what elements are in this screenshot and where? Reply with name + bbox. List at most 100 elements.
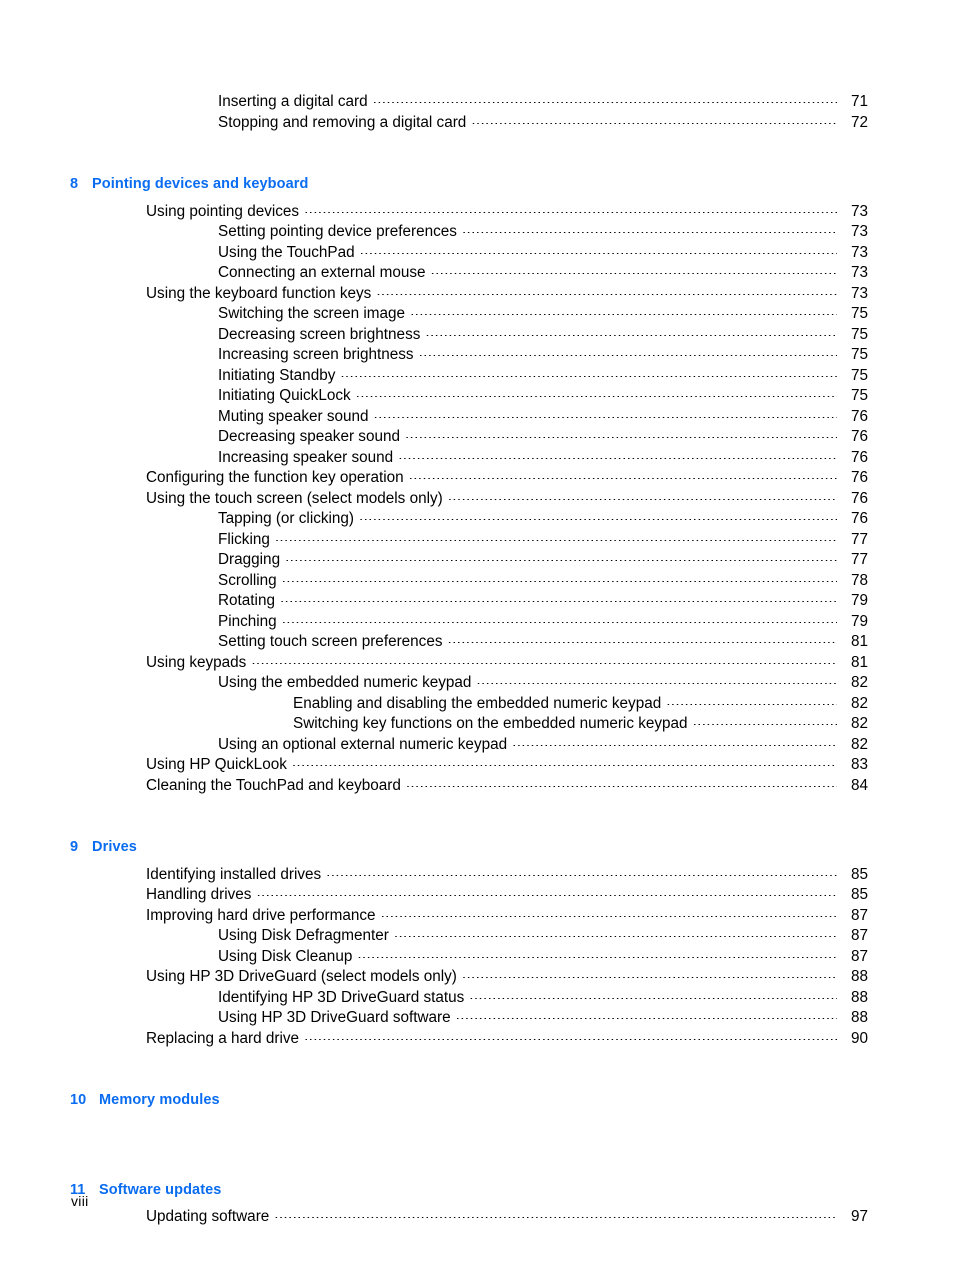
toc-entry[interactable]: Initiating QuickLock 75	[218, 386, 868, 407]
toc-entry[interactable]: Increasing speaker sound 76	[218, 448, 868, 469]
chapter-heading-spacer	[70, 195, 868, 202]
toc-entry-page-number: 76	[850, 428, 868, 445]
dot-leader	[406, 786, 837, 787]
chapter-heading[interactable]: 8 Pointing devices and keyboard	[70, 174, 868, 195]
chapter-number: 8	[70, 176, 79, 192]
toc-entry-title: Using HP 3D DriveGuard (select models on…	[146, 968, 457, 985]
toc-entry-page-number: 73	[850, 243, 868, 261]
toc-entry[interactable]: Cleaning the TouchPad and keyboard 84	[146, 776, 868, 797]
toc-entry-title: Using keypads	[146, 653, 247, 671]
toc-entry-title: Using HP QuickLook	[146, 756, 287, 773]
dot-leader	[409, 478, 837, 479]
toc-entry[interactable]: Flicking 77	[218, 530, 868, 551]
toc-entry-page-number: 81	[850, 633, 868, 650]
dot-leader	[431, 273, 838, 274]
toc-entry[interactable]: Initiating Standby 75	[218, 366, 868, 387]
toc-entry-page-number: 90	[850, 1029, 868, 1047]
toc-entry-page-number: 75	[850, 346, 868, 363]
toc-entry[interactable]: Using HP 3D DriveGuard (select models on…	[146, 967, 868, 988]
toc-entry[interactable]: Using HP QuickLook 83	[146, 755, 868, 776]
toc-entry[interactable]: Setting pointing device preferences 73	[218, 222, 868, 243]
toc-entry-title: Scrolling	[218, 571, 277, 589]
toc-entry[interactable]: Improving hard drive performance 87	[146, 906, 868, 927]
chapter-title: Pointing devices and keyboard	[92, 176, 309, 192]
toc-entry-page-number: 71	[850, 93, 868, 110]
toc-entry[interactable]: Using pointing devices 73	[146, 202, 868, 223]
dot-leader	[693, 724, 837, 725]
dot-leader	[471, 123, 837, 124]
dot-leader	[448, 642, 838, 643]
toc-entry[interactable]: Dragging 77	[218, 550, 868, 571]
dot-leader	[326, 875, 837, 876]
toc-entry[interactable]: Configuring the function key operation 76	[146, 468, 868, 489]
chapter-heading-spacer	[70, 1200, 868, 1207]
toc-entry[interactable]: Using Disk Defragmenter 87	[218, 926, 868, 947]
chapter-number: 10	[70, 1092, 87, 1108]
toc-entry-page-number: 73	[850, 202, 868, 220]
chapter-heading[interactable]: 10 Memory modules	[70, 1090, 868, 1111]
dot-leader	[405, 437, 837, 438]
toc-entry-page-number: 82	[850, 735, 868, 753]
toc-entry-page-number: 82	[850, 715, 868, 732]
toc-entry-page-number: 82	[850, 674, 868, 691]
toc-entry-page-number: 79	[850, 592, 868, 609]
toc-entry[interactable]: Using the TouchPad 73	[218, 243, 868, 264]
table-of-contents: Inserting a digital card 71 Stopping and r…	[70, 92, 868, 1228]
toc-entry[interactable]: Scrolling 78	[218, 571, 868, 592]
dot-leader	[256, 895, 837, 896]
toc-entry[interactable]: Updating software 97	[146, 1207, 868, 1228]
toc-entry[interactable]: Decreasing screen brightness 75	[218, 325, 868, 346]
dot-leader	[282, 622, 837, 623]
toc-entry[interactable]: Setting touch screen preferences 81	[218, 632, 868, 653]
toc-entry[interactable]: Connecting an external mouse 73	[218, 263, 868, 284]
chapter-heading[interactable]: 9 Drives	[70, 837, 868, 858]
toc-entry[interactable]: Using the embedded numeric keypad 82	[218, 673, 868, 694]
toc-entry-title: Enabling and disabling the embedded nume…	[293, 694, 662, 712]
toc-entry-title: Handling drives	[146, 886, 252, 903]
dot-leader	[462, 977, 837, 978]
toc-entry-title: Identifying installed drives	[146, 865, 322, 883]
toc-entry[interactable]: Enabling and disabling the embedded nume…	[293, 694, 868, 715]
toc-entry[interactable]: Switching key functions on the embedded …	[293, 714, 868, 735]
toc-entry-page-number: 84	[850, 776, 868, 794]
toc-entry[interactable]: Rotating 79	[218, 591, 868, 612]
dot-leader	[340, 376, 837, 377]
toc-entry[interactable]: Using HP 3D DriveGuard software 88	[218, 1008, 868, 1029]
toc-entry[interactable]: Tapping (or clicking) 76	[218, 509, 868, 530]
toc-entry-title: Using Disk Defragmenter	[218, 927, 389, 944]
chapter-title: Drives	[92, 839, 137, 855]
dot-leader	[456, 1018, 837, 1019]
toc-entry-title: Flicking	[218, 530, 270, 548]
toc-entry[interactable]: Using the touch screen (select models on…	[146, 489, 868, 510]
chapter-heading[interactable]: 11 Software updates	[70, 1180, 868, 1201]
toc-entry[interactable]: Using Disk Cleanup 87	[218, 947, 868, 968]
toc-entry[interactable]: Replacing a hard drive 90	[146, 1029, 868, 1050]
toc-entry-page-number: 77	[850, 530, 868, 548]
toc-entry[interactable]: Pinching 79	[218, 612, 868, 633]
toc-entry[interactable]: Decreasing speaker sound 76	[218, 427, 868, 448]
toc-entry-page-number: 72	[850, 113, 868, 131]
toc-entry-page-number: 78	[850, 571, 868, 589]
toc-entry[interactable]: Identifying HP 3D DriveGuard status 88	[218, 988, 868, 1009]
toc-entry[interactable]: Muting speaker sound 76	[218, 407, 868, 428]
toc-entry-title: Using an optional external numeric keypa…	[218, 735, 508, 753]
toc-entry-title: Using Disk Cleanup	[218, 947, 353, 965]
toc-entry-title: Setting pointing device preferences	[218, 223, 457, 240]
toc-entry[interactable]: Identifying installed drives 85	[146, 865, 868, 886]
toc-entry[interactable]: Handling drives 85	[146, 885, 868, 906]
toc-entry[interactable]: Stopping and removing a digital card 72	[218, 113, 868, 134]
toc-entry[interactable]: Using an optional external numeric keypa…	[218, 735, 868, 756]
toc-entry[interactable]: Switching the screen image 75	[218, 304, 868, 325]
toc-entry[interactable]: Inserting a digital card 71	[218, 92, 868, 113]
toc-entry[interactable]: Using the keyboard function keys 73	[146, 284, 868, 305]
dot-leader	[381, 916, 837, 917]
chapter-heading-spacer	[70, 858, 868, 865]
toc-entry[interactable]: Using keypads 81	[146, 653, 868, 674]
toc-entry[interactable]: Increasing screen brightness 75	[218, 345, 868, 366]
dot-leader	[394, 936, 837, 937]
toc-entry-page-number: 79	[850, 612, 868, 630]
toc-entry-title: Cleaning the TouchPad and keyboard	[146, 776, 401, 794]
